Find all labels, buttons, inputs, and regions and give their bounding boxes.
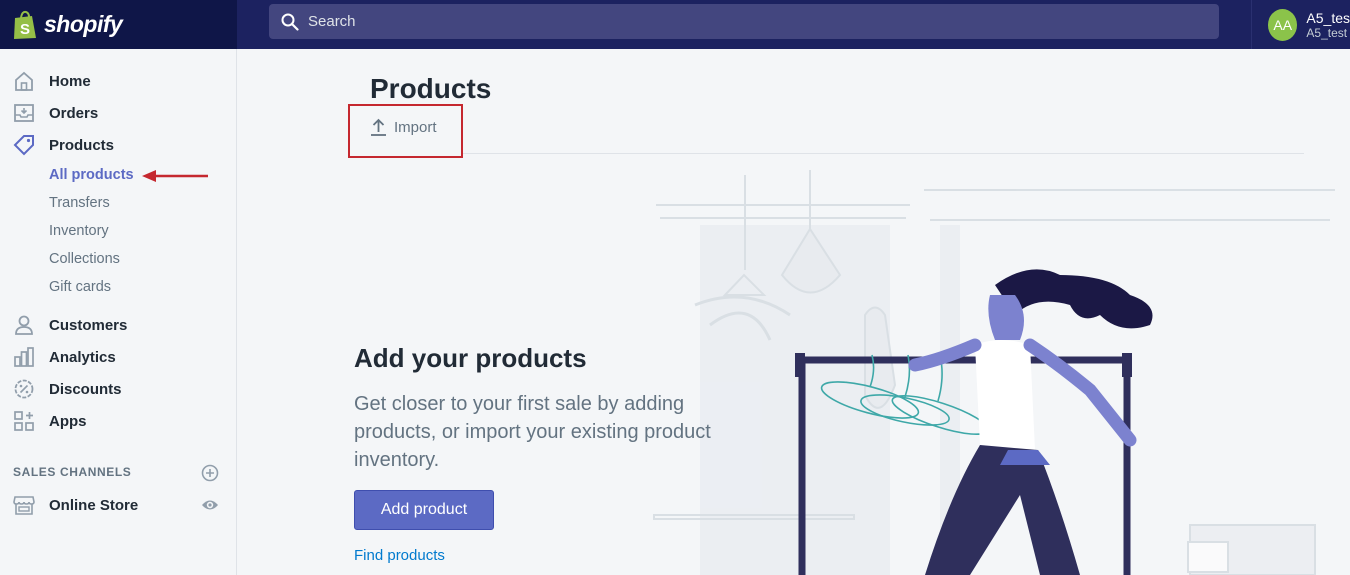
sidebar-item-customers[interactable]: Customers [12,311,127,339]
empty-state-title: Add your products [354,343,587,373]
apps-grid-icon [12,409,36,433]
avatar: AA [1268,8,1298,41]
svg-text:S: S [20,21,30,38]
sidebar-item-label: Orders [49,104,99,122]
search-input[interactable]: Search [269,4,1219,39]
brand-name: shopify [44,11,123,37]
discount-badge-icon [12,377,36,401]
shopify-logo[interactable]: S shopify [0,0,237,49]
search-placeholder: Search [308,13,356,30]
home-icon [12,69,36,93]
sidebar-item-label: Apps [49,412,87,430]
empty-state-description: Get closer to your first sale by adding … [354,393,711,471]
sidebar-item-label: Online Store [49,496,139,514]
annotation-arrow [142,170,208,182]
eye-icon[interactable] [201,497,219,513]
divider [463,153,1304,154]
store-icon [12,493,36,517]
find-products-link[interactable]: Find products [354,547,445,564]
sidebar-item-label: Customers [49,316,128,334]
sidebar-subitem-gift-cards[interactable]: Gift cards [49,279,111,295]
sidebar-item-home[interactable]: Home [12,67,91,95]
sidebar-item-label: Analytics [49,348,116,366]
top-bar: S shopify Search AA A5_tes A5_test [0,0,1350,49]
add-channel-icon[interactable] [201,464,219,482]
sidebar-item-discounts[interactable]: Discounts [12,375,122,403]
sidebar-item-label: Home [49,72,91,90]
bar-chart-icon [12,345,36,369]
sidebar-item-orders[interactable]: Orders [12,99,98,127]
empty-state-illustration [653,170,1335,575]
sidebar-subitem-all-products[interactable]: All products [49,167,134,183]
sidebar-subitem-collections[interactable]: Collections [49,251,120,267]
sidebar-item-products[interactable]: Products [12,131,114,159]
sidebar-subitem-transfers[interactable]: Transfers [49,195,110,211]
inbox-icon [12,101,36,125]
shopify-bag-icon: S [14,10,36,39]
account-name: A5_tes [1306,9,1350,26]
sales-channels-heading: SALES CHANNELS [13,465,132,479]
sidebar-item-label: Products [49,136,115,154]
account-store: A5_test [1306,25,1348,40]
page-title: Products [370,73,492,104]
sidebar-item-online-store[interactable]: Online Store [12,491,138,519]
person-icon [12,313,36,337]
tag-icon [12,133,36,157]
add-product-button[interactable]: Add product [354,490,494,530]
annotation-highlight-box [348,104,463,158]
sidebar-item-analytics[interactable]: Analytics [12,343,116,371]
sidebar-subitem-inventory[interactable]: Inventory [49,223,109,239]
sidebar-item-apps[interactable]: Apps [12,407,87,435]
account-menu[interactable]: AA A5_tes A5_test [1251,0,1350,49]
search-icon [281,13,299,31]
sidebar-item-label: Discounts [49,380,122,398]
